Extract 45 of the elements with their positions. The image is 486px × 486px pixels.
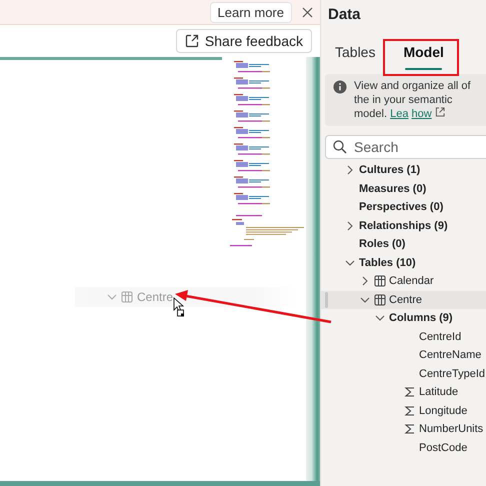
tree-item[interactable]: Cultures (1) <box>321 161 486 180</box>
tree-item[interactable]: CentreTypeId <box>321 364 486 383</box>
tree-item[interactable]: Centre <box>321 290 486 309</box>
chevron-right-icon[interactable] <box>345 220 355 231</box>
chevron-down-icon[interactable] <box>360 294 370 305</box>
chevron-down-icon[interactable] <box>375 313 385 324</box>
sigma-icon <box>404 386 416 398</box>
share-feedback-button[interactable]: Share feedback <box>176 29 312 53</box>
close-icon[interactable] <box>302 6 313 18</box>
table-icon <box>374 275 386 288</box>
tree-item[interactable]: CentreName <box>321 346 486 364</box>
search-icon <box>333 140 347 154</box>
info-icon <box>333 80 347 94</box>
learn-link[interactable]: Lea <box>390 108 408 120</box>
external-link-icon <box>434 107 445 117</box>
table-icon <box>121 291 133 303</box>
tree-item[interactable]: Longitude <box>321 402 486 420</box>
chevron-down-icon <box>107 292 117 302</box>
tab[interactable]: Tables <box>327 40 384 70</box>
tree-item[interactable]: PostCode <box>321 438 486 457</box>
drag-preview-label: Centre <box>137 290 174 304</box>
tree-item[interactable]: Roles (0) <box>321 235 486 254</box>
tree-item[interactable]: Relationships (9) <box>321 216 486 235</box>
drag-cursor-icon <box>174 297 184 316</box>
panel-title: Data <box>327 5 362 25</box>
tree-item[interactable]: Calendar <box>321 272 486 290</box>
sigma-icon <box>404 423 416 436</box>
tree-item[interactable]: Measures (0) <box>321 180 486 198</box>
tab[interactable]: Model <box>395 40 452 70</box>
learn-link[interactable]: how <box>412 108 432 120</box>
table-icon <box>374 294 386 306</box>
tree-item[interactable]: Tables (10) <box>321 254 486 272</box>
tree-item[interactable]: NumberUnits <box>321 420 486 438</box>
chevron-down-icon[interactable] <box>345 258 355 268</box>
external-link-icon <box>184 34 199 48</box>
info-text: View and organize all of the in your semantic model. Lea how <box>354 79 472 121</box>
search-field[interactable]: Search <box>325 135 486 159</box>
learn-more-button[interactable]: Learn more <box>210 2 292 22</box>
chevron-right-icon[interactable] <box>360 276 370 286</box>
tree-item[interactable]: Perspectives (0) <box>321 198 486 216</box>
tree-item[interactable]: CentreId <box>321 328 486 346</box>
tree-item[interactable]: Latitude <box>321 383 486 402</box>
chevron-right-icon[interactable] <box>345 165 355 176</box>
tree-item[interactable]: Columns (9) <box>321 309 486 328</box>
sigma-icon <box>404 404 416 417</box>
